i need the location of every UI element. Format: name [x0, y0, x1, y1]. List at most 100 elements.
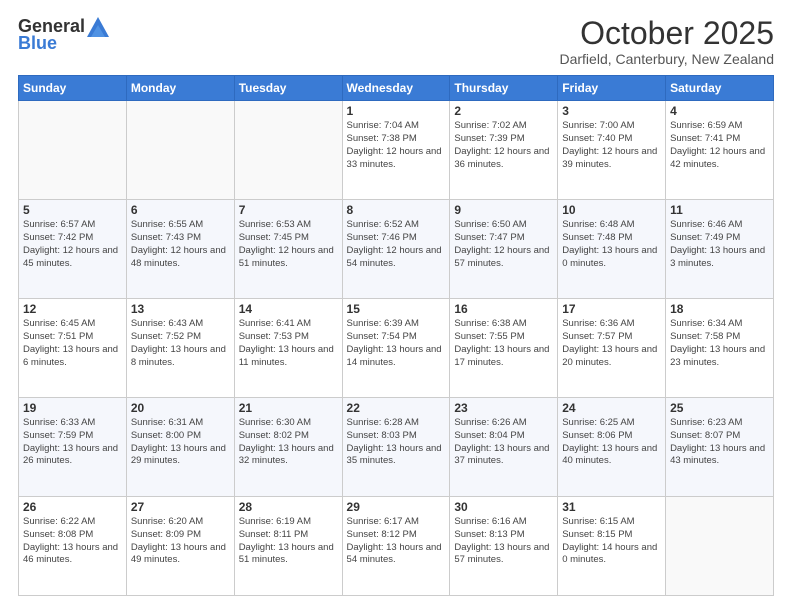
- location: Darfield, Canterbury, New Zealand: [559, 51, 774, 67]
- day-number: 12: [23, 302, 122, 316]
- day-info: Sunrise: 7:04 AM Sunset: 7:38 PM Dayligh…: [347, 120, 446, 171]
- day-info: Sunrise: 6:59 AM Sunset: 7:41 PM Dayligh…: [670, 120, 769, 171]
- day-number: 7: [239, 203, 338, 217]
- day-info: Sunrise: 6:16 AM Sunset: 8:13 PM Dayligh…: [454, 516, 553, 567]
- day-info: Sunrise: 6:39 AM Sunset: 7:54 PM Dayligh…: [347, 318, 446, 369]
- day-number: 25: [670, 401, 769, 415]
- table-row: [234, 101, 342, 200]
- day-info: Sunrise: 6:20 AM Sunset: 8:09 PM Dayligh…: [131, 516, 230, 567]
- table-row: 15 Sunrise: 6:39 AM Sunset: 7:54 PM Dayli…: [342, 299, 450, 398]
- table-row: 24 Sunrise: 6:25 AM Sunset: 8:06 PM Dayli…: [558, 398, 666, 497]
- day-info: Sunrise: 6:28 AM Sunset: 8:03 PM Dayligh…: [347, 417, 446, 468]
- day-number: 3: [562, 104, 661, 118]
- month-title: October 2025: [559, 16, 774, 51]
- table-row: 22 Sunrise: 6:28 AM Sunset: 8:03 PM Dayli…: [342, 398, 450, 497]
- calendar-week-row: 19 Sunrise: 6:33 AM Sunset: 7:59 PM Dayli…: [19, 398, 774, 497]
- table-row: 17 Sunrise: 6:36 AM Sunset: 7:57 PM Dayli…: [558, 299, 666, 398]
- day-number: 31: [562, 500, 661, 514]
- table-row: 16 Sunrise: 6:38 AM Sunset: 7:55 PM Dayli…: [450, 299, 558, 398]
- day-number: 9: [454, 203, 553, 217]
- calendar-week-row: 12 Sunrise: 6:45 AM Sunset: 7:51 PM Dayli…: [19, 299, 774, 398]
- logo-blue-text: Blue: [18, 33, 57, 54]
- calendar-table: Sunday Monday Tuesday Wednesday Thursday…: [18, 75, 774, 596]
- table-row: 27 Sunrise: 6:20 AM Sunset: 8:09 PM Dayli…: [126, 497, 234, 596]
- logo: General Blue: [18, 16, 109, 54]
- table-row: [666, 497, 774, 596]
- table-row: 25 Sunrise: 6:23 AM Sunset: 8:07 PM Dayli…: [666, 398, 774, 497]
- table-row: 7 Sunrise: 6:53 AM Sunset: 7:45 PM Daylig…: [234, 200, 342, 299]
- day-number: 8: [347, 203, 446, 217]
- day-number: 29: [347, 500, 446, 514]
- day-info: Sunrise: 7:00 AM Sunset: 7:40 PM Dayligh…: [562, 120, 661, 171]
- day-number: 23: [454, 401, 553, 415]
- day-info: Sunrise: 6:36 AM Sunset: 7:57 PM Dayligh…: [562, 318, 661, 369]
- day-info: Sunrise: 6:26 AM Sunset: 8:04 PM Dayligh…: [454, 417, 553, 468]
- table-row: 5Sunrise: 6:57 AM Sunset: 7:42 PM Daylig…: [19, 200, 127, 299]
- day-info: Sunrise: 7:02 AM Sunset: 7:39 PM Dayligh…: [454, 120, 553, 171]
- day-number: 24: [562, 401, 661, 415]
- calendar-week-row: 26Sunrise: 6:22 AM Sunset: 8:08 PM Dayli…: [19, 497, 774, 596]
- table-row: 8 Sunrise: 6:52 AM Sunset: 7:46 PM Daylig…: [342, 200, 450, 299]
- table-row: 11Sunrise: 6:46 AM Sunset: 7:49 PM Dayli…: [666, 200, 774, 299]
- day-number: 10: [562, 203, 661, 217]
- day-number: 22: [347, 401, 446, 415]
- header-friday: Friday: [558, 76, 666, 101]
- day-info: Sunrise: 6:45 AM Sunset: 7:51 PM Dayligh…: [23, 318, 122, 369]
- day-number: 4: [670, 104, 769, 118]
- day-number: 19: [23, 401, 122, 415]
- day-number: 13: [131, 302, 230, 316]
- table-row: 26Sunrise: 6:22 AM Sunset: 8:08 PM Dayli…: [19, 497, 127, 596]
- calendar-header-row: Sunday Monday Tuesday Wednesday Thursday…: [19, 76, 774, 101]
- day-number: 27: [131, 500, 230, 514]
- table-row: 2Sunrise: 7:02 AM Sunset: 7:39 PM Daylig…: [450, 101, 558, 200]
- table-row: [126, 101, 234, 200]
- day-number: 5: [23, 203, 122, 217]
- table-row: 30Sunrise: 6:16 AM Sunset: 8:13 PM Dayli…: [450, 497, 558, 596]
- table-row: [19, 101, 127, 200]
- day-info: Sunrise: 6:55 AM Sunset: 7:43 PM Dayligh…: [131, 219, 230, 270]
- day-info: Sunrise: 6:34 AM Sunset: 7:58 PM Dayligh…: [670, 318, 769, 369]
- table-row: 23 Sunrise: 6:26 AM Sunset: 8:04 PM Dayli…: [450, 398, 558, 497]
- day-info: Sunrise: 6:46 AM Sunset: 7:49 PM Dayligh…: [670, 219, 769, 270]
- day-info: Sunrise: 6:22 AM Sunset: 8:08 PM Dayligh…: [23, 516, 122, 567]
- header: General Blue October 2025 Darfield, Cant…: [18, 16, 774, 67]
- table-row: 21Sunrise: 6:30 AM Sunset: 8:02 PM Dayli…: [234, 398, 342, 497]
- table-row: 28Sunrise: 6:19 AM Sunset: 8:11 PM Dayli…: [234, 497, 342, 596]
- table-row: 18 Sunrise: 6:34 AM Sunset: 7:58 PM Dayli…: [666, 299, 774, 398]
- day-number: 1: [347, 104, 446, 118]
- logo-icon: [87, 17, 109, 37]
- day-number: 6: [131, 203, 230, 217]
- header-wednesday: Wednesday: [342, 76, 450, 101]
- day-info: Sunrise: 6:31 AM Sunset: 8:00 PM Dayligh…: [131, 417, 230, 468]
- calendar-week-row: 5Sunrise: 6:57 AM Sunset: 7:42 PM Daylig…: [19, 200, 774, 299]
- day-number: 20: [131, 401, 230, 415]
- day-info: Sunrise: 6:48 AM Sunset: 7:48 PM Dayligh…: [562, 219, 661, 270]
- day-info: Sunrise: 6:33 AM Sunset: 7:59 PM Dayligh…: [23, 417, 122, 468]
- day-number: 14: [239, 302, 338, 316]
- day-number: 18: [670, 302, 769, 316]
- table-row: 4 Sunrise: 6:59 AM Sunset: 7:41 PM Daylig…: [666, 101, 774, 200]
- logo-block: General Blue: [18, 16, 109, 54]
- table-row: 9 Sunrise: 6:50 AM Sunset: 7:47 PM Daylig…: [450, 200, 558, 299]
- day-info: Sunrise: 6:23 AM Sunset: 8:07 PM Dayligh…: [670, 417, 769, 468]
- day-number: 17: [562, 302, 661, 316]
- day-info: Sunrise: 6:25 AM Sunset: 8:06 PM Dayligh…: [562, 417, 661, 468]
- header-saturday: Saturday: [666, 76, 774, 101]
- table-row: 10 Sunrise: 6:48 AM Sunset: 7:48 PM Dayli…: [558, 200, 666, 299]
- table-row: 12 Sunrise: 6:45 AM Sunset: 7:51 PM Dayli…: [19, 299, 127, 398]
- header-monday: Monday: [126, 76, 234, 101]
- day-number: 16: [454, 302, 553, 316]
- header-thursday: Thursday: [450, 76, 558, 101]
- table-row: 20 Sunrise: 6:31 AM Sunset: 8:00 PM Dayli…: [126, 398, 234, 497]
- day-info: Sunrise: 6:15 AM Sunset: 8:15 PM Dayligh…: [562, 516, 661, 567]
- day-info: Sunrise: 6:53 AM Sunset: 7:45 PM Dayligh…: [239, 219, 338, 270]
- header-sunday: Sunday: [19, 76, 127, 101]
- day-info: Sunrise: 6:52 AM Sunset: 7:46 PM Dayligh…: [347, 219, 446, 270]
- day-info: Sunrise: 6:41 AM Sunset: 7:53 PM Dayligh…: [239, 318, 338, 369]
- table-row: 31 Sunrise: 6:15 AM Sunset: 8:15 PM Dayli…: [558, 497, 666, 596]
- day-info: Sunrise: 6:38 AM Sunset: 7:55 PM Dayligh…: [454, 318, 553, 369]
- table-row: 19 Sunrise: 6:33 AM Sunset: 7:59 PM Dayli…: [19, 398, 127, 497]
- day-number: 15: [347, 302, 446, 316]
- day-info: Sunrise: 6:50 AM Sunset: 7:47 PM Dayligh…: [454, 219, 553, 270]
- header-tuesday: Tuesday: [234, 76, 342, 101]
